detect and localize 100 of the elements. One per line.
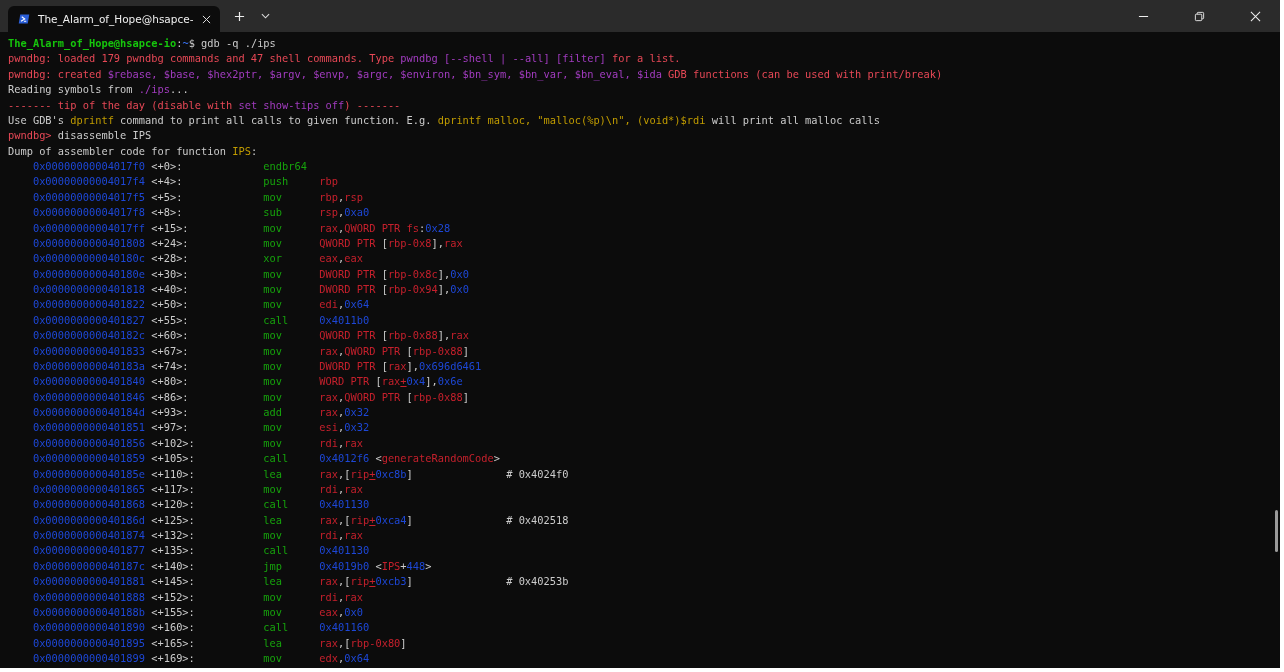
instruction-mnemonic: mov bbox=[263, 236, 282, 249]
instruction-mnemonic: mov bbox=[263, 390, 282, 403]
terminal-tab[interactable]: The_Alarm_of_Hope@hsapce- bbox=[8, 6, 220, 32]
instruction-address: 0x0000000000401881 bbox=[32, 575, 145, 588]
instruction-address: 0x000000000040184d bbox=[32, 406, 145, 418]
instruction-mnemonic: lea bbox=[263, 636, 282, 649]
instruction-offset: <+155>: bbox=[151, 605, 195, 618]
instruction-address: 0x000000000040180e bbox=[32, 267, 145, 280]
instruction-mnemonic: endbr64 bbox=[263, 160, 307, 172]
terminal-line: pwndbg> disassemble IPS bbox=[8, 129, 152, 142]
instruction-offset: <+160>: bbox=[151, 621, 195, 634]
instruction-operands: edi,0x64 bbox=[319, 298, 370, 311]
instruction-operands: rax,[rbp-0x80] bbox=[319, 636, 407, 649]
instruction-mnemonic: call bbox=[263, 498, 289, 511]
terminal-line: Dump of assembler code for function IPS: bbox=[8, 144, 258, 157]
instruction-operands: rax,[rip+0xca4] bbox=[319, 513, 413, 526]
instruction-address: 0x000000000040188b bbox=[32, 605, 145, 618]
instruction-mnemonic: sub bbox=[263, 206, 282, 219]
instruction-offset: <+80>: bbox=[151, 375, 189, 388]
instruction-address: 0x000000000040186d bbox=[32, 513, 145, 526]
instruction-offset: <+40>: bbox=[151, 283, 189, 295]
instruction-address: 0x0000000000401868 bbox=[32, 498, 145, 511]
instruction-mnemonic: mov bbox=[263, 221, 282, 234]
terminal-line: Use GDB's dprintf command to print all calls to given function. E.g. dprintf malloc, "malloc(%p)\n", (void*)$rdi will print all malloc calls bbox=[8, 113, 880, 126]
instruction-offset: <+102>: bbox=[151, 436, 195, 449]
instruction-address: 0x0000000000401846 bbox=[32, 390, 145, 403]
instruction-operands: 0x401160 bbox=[319, 621, 370, 634]
instruction-address: 0x00000000004017f4 bbox=[32, 175, 145, 188]
instruction-comment: # 0x402518 bbox=[506, 513, 569, 526]
instruction-address: 0x0000000000401833 bbox=[32, 344, 145, 357]
terminal-line: ------- tip of the day (disable with set show-tips off) ------- bbox=[8, 98, 401, 111]
instruction-offset: <+5>: bbox=[151, 190, 183, 203]
new-tab-icon[interactable] bbox=[234, 10, 245, 22]
instruction-offset: <+50>: bbox=[151, 298, 189, 311]
instruction-operands: rax,QWORD PTR [rbp-0x88] bbox=[319, 390, 469, 403]
instruction-mnemonic: mov bbox=[263, 375, 282, 388]
restore-icon[interactable] bbox=[1194, 10, 1205, 22]
instruction-mnemonic: mov bbox=[263, 283, 282, 295]
instruction-mnemonic: mov bbox=[263, 605, 282, 618]
scrollbar-thumb[interactable] bbox=[1275, 510, 1278, 552]
instruction-address: 0x000000000040185e bbox=[32, 467, 145, 480]
instruction-address: 0x000000000040183a bbox=[32, 359, 145, 372]
instruction-offset: <+169>: bbox=[151, 652, 195, 664]
close-tab-icon[interactable] bbox=[201, 14, 211, 24]
instruction-offset: <+132>: bbox=[151, 529, 195, 541]
instruction-mnemonic: xor bbox=[263, 252, 282, 265]
instruction-address: 0x00000000004017f0 bbox=[32, 160, 145, 172]
instruction-offset: <+105>: bbox=[151, 452, 195, 465]
instruction-operands: 0x401130 bbox=[319, 544, 370, 557]
instruction-operands: DWORD PTR [rbp-0x94],0x0 bbox=[319, 283, 469, 295]
instruction-comment: # 0x4024f0 bbox=[506, 467, 569, 480]
instruction-operands: rsp,0xa0 bbox=[319, 206, 370, 219]
close-icon[interactable] bbox=[1250, 10, 1261, 22]
instruction-operands: WORD PTR [rax+0x4],0x6e bbox=[319, 375, 463, 388]
instruction-mnemonic: lea bbox=[263, 467, 282, 480]
instruction-mnemonic: call bbox=[263, 452, 289, 465]
instruction-address: 0x000000000040180c bbox=[32, 252, 145, 265]
instruction-offset: <+8>: bbox=[151, 206, 183, 219]
instruction-offset: <+135>: bbox=[151, 544, 195, 557]
instruction-operands: rbp bbox=[319, 175, 339, 188]
instruction-address: 0x0000000000401899 bbox=[32, 652, 145, 664]
instruction-address: 0x0000000000401888 bbox=[32, 590, 145, 603]
instruction-offset: <+93>: bbox=[151, 406, 189, 418]
instruction-address: 0x00000000004017ff bbox=[32, 221, 145, 234]
instruction-offset: <+152>: bbox=[151, 590, 195, 603]
terminal-line: Reading symbols from ./ips... bbox=[8, 83, 189, 96]
instruction-operands: esi,0x32 bbox=[319, 421, 370, 434]
instruction-address: 0x0000000000401856 bbox=[32, 436, 145, 449]
instruction-comment: # 0x40253b bbox=[506, 575, 569, 588]
instruction-mnemonic: push bbox=[263, 175, 289, 188]
instruction-mnemonic: mov bbox=[263, 344, 282, 357]
instruction-offset: <+117>: bbox=[151, 482, 195, 495]
instruction-mnemonic: call bbox=[263, 621, 289, 634]
instruction-address: 0x0000000000401822 bbox=[32, 298, 145, 311]
instruction-address: 0x0000000000401895 bbox=[32, 636, 145, 649]
instruction-operands: 0x4019b0 <IPS+448> bbox=[319, 559, 432, 572]
instruction-offset: <+165>: bbox=[151, 636, 195, 649]
instruction-address: 0x00000000004017f5 bbox=[32, 190, 145, 203]
instruction-address: 0x00000000004017f8 bbox=[32, 206, 145, 219]
terminal-line: pwndbg: loaded 179 pwndbg commands and 47 shell commands. Type pwndbg [--shell | --all] [filter] for a list. bbox=[8, 52, 681, 65]
instruction-address: 0x0000000000401877 bbox=[32, 544, 145, 557]
instruction-operands: DWORD PTR [rax],0x696d6461 bbox=[319, 359, 482, 372]
caret-icon[interactable] bbox=[261, 13, 270, 19]
instruction-operands: rdi,rax bbox=[319, 482, 363, 495]
instruction-offset: <+30>: bbox=[151, 267, 189, 280]
instruction-offset: <+120>: bbox=[151, 498, 195, 511]
instruction-offset: <+74>: bbox=[151, 359, 189, 372]
instruction-operands: rax,0x32 bbox=[319, 406, 370, 418]
instruction-mnemonic: lea bbox=[263, 513, 282, 526]
terminal-line: pwndbg: created $rebase, $base, $hex2ptr, $argv, $envp, $argc, $environ, $bn_sym, $bn_var, $bn_eval, $ida GDB functions (can be used with print/break) bbox=[8, 67, 943, 80]
instruction-mnemonic: mov bbox=[263, 436, 282, 449]
instruction-mnemonic: mov bbox=[263, 529, 282, 541]
instruction-address: 0x0000000000401874 bbox=[32, 529, 145, 541]
instruction-offset: <+4>: bbox=[151, 175, 183, 188]
instruction-address: 0x0000000000401808 bbox=[32, 236, 145, 249]
instruction-address: 0x0000000000401859 bbox=[32, 452, 145, 465]
instruction-mnemonic: mov bbox=[263, 652, 282, 664]
instruction-operands: QWORD PTR [rbp-0x8],rax bbox=[319, 236, 463, 249]
instruction-operands: rax,QWORD PTR [rbp-0x88] bbox=[319, 344, 469, 357]
instruction-offset: <+55>: bbox=[151, 313, 189, 326]
